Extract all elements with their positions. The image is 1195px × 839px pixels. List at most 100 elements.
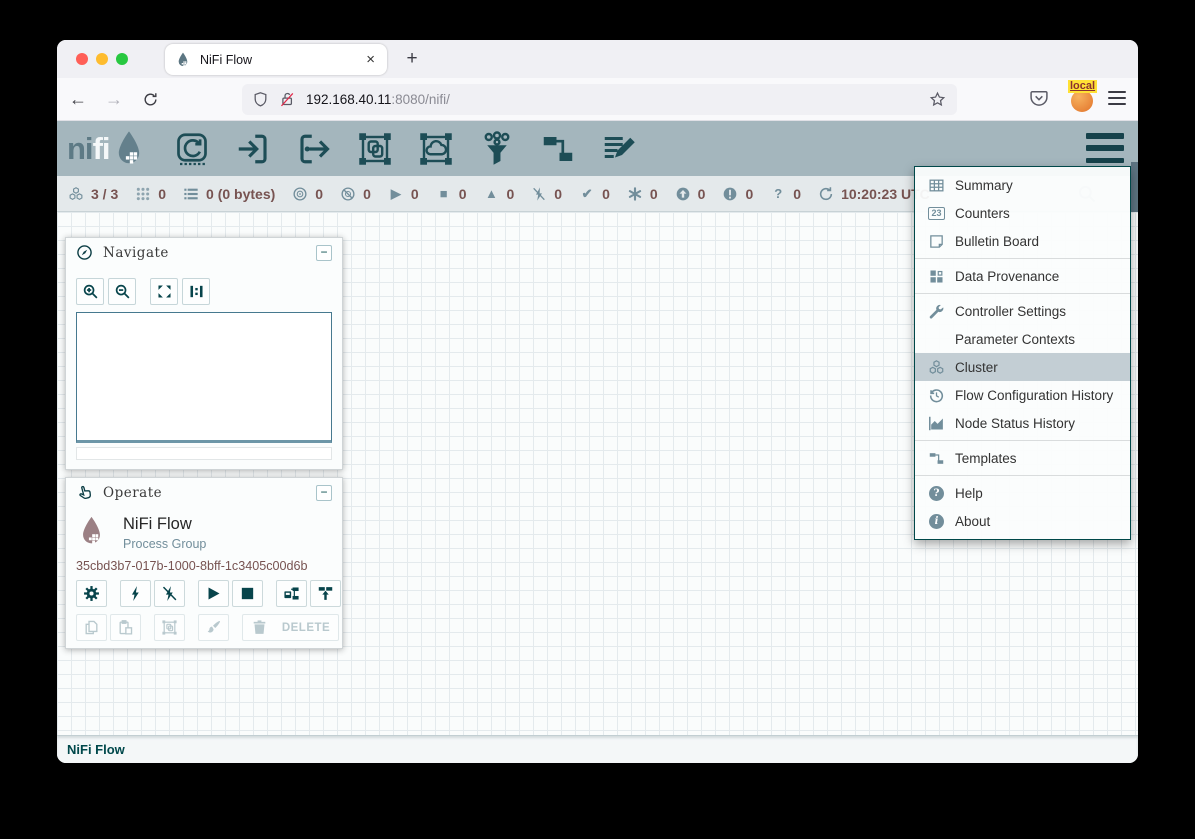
tracking-shield-icon[interactable] <box>252 91 270 109</box>
nifi-logo: nifi <box>67 130 146 168</box>
locally-modified-stale-stat: 0 <box>721 185 753 202</box>
menu-item-about[interactable]: iAbout <box>915 507 1130 535</box>
locally-modified-stale-icon <box>721 185 739 202</box>
profile-avatar[interactable]: local <box>1069 86 1097 114</box>
bookmark-star-icon[interactable] <box>929 91 947 109</box>
menu-item-cluster[interactable]: Cluster <box>915 353 1130 381</box>
browser-window: NiFi Flow × + ← → 192.168.40.11:8080/nif… <box>57 40 1138 763</box>
flow-id[interactable]: 35cbd3b7-017b-1000-8bff-1c3405c00d6b <box>76 559 342 573</box>
remote-process-group-component-icon[interactable] <box>416 129 456 169</box>
locally-modified-icon <box>626 185 644 202</box>
history-icon <box>927 386 946 404</box>
url-text[interactable]: 192.168.40.11:8080/nifi/ <box>306 92 929 107</box>
url-bar[interactable]: 192.168.40.11:8080/nifi/ <box>242 84 957 115</box>
minimize-window-button[interactable] <box>96 53 108 65</box>
stale-icon <box>674 185 692 202</box>
navigate-buttons <box>76 278 342 305</box>
maximize-window-button[interactable] <box>116 53 128 65</box>
screenshot-stage: NiFi Flow × + ← → 192.168.40.11:8080/nif… <box>0 0 1195 839</box>
menu-item-controller-settings[interactable]: Controller Settings <box>915 297 1130 325</box>
sync-failure-icon: ? <box>769 185 787 202</box>
menu-item-help[interactable]: ?Help <box>915 479 1130 507</box>
output-port-component-icon[interactable] <box>294 129 334 169</box>
help-icon: ? <box>927 484 946 502</box>
menu-item-node-status-history[interactable]: Node Status History <box>915 409 1130 437</box>
selected-component: NiFi Flow Process Group <box>78 514 342 551</box>
menu-item-templates[interactable]: Templates <box>915 444 1130 472</box>
new-tab-button[interactable]: + <box>399 46 425 72</box>
menu-divider <box>915 293 1130 294</box>
birdseye-view[interactable] <box>76 312 332 443</box>
transmitting-icon <box>291 185 309 202</box>
start-button[interactable] <box>198 580 229 607</box>
navigate-panel: Navigate − <box>65 237 343 470</box>
nifi-global-menu-button[interactable] <box>1086 133 1124 163</box>
stale-stat: 0 <box>674 185 706 202</box>
back-button[interactable]: ← <box>63 84 93 114</box>
stopped-stat: ■0 <box>435 185 467 202</box>
forward-button[interactable]: → <box>99 84 129 114</box>
zoom-in-button[interactable] <box>76 278 104 305</box>
zoom-fit-button[interactable] <box>150 278 178 305</box>
birdseye-slider[interactable] <box>76 447 332 460</box>
browser-menu-button[interactable] <box>1107 89 1127 107</box>
profile-badge: local <box>1068 80 1097 93</box>
label-component-icon[interactable] <box>599 129 639 169</box>
menu-divider <box>915 258 1130 259</box>
search-field-edge <box>1131 162 1138 212</box>
processor-component-icon[interactable] <box>172 129 212 169</box>
disabled-icon <box>530 185 548 202</box>
menu-item-bulletin-board[interactable]: Bulletin Board <box>915 227 1130 255</box>
close-window-button[interactable] <box>76 53 88 65</box>
browser-tab[interactable]: NiFi Flow × <box>165 44 387 75</box>
paste-button[interactable] <box>110 614 141 641</box>
create-template-button[interactable] <box>276 580 307 607</box>
collapse-operate-button[interactable]: − <box>316 485 332 501</box>
invalid-stat: ▲0 <box>482 185 514 202</box>
browser-tab-bar: NiFi Flow × + <box>57 40 1138 78</box>
breadcrumb[interactable]: NiFi Flow <box>67 742 125 757</box>
refresh-stat: 10:20:23 UTC <box>817 185 930 202</box>
group-button[interactable] <box>154 614 185 641</box>
cluster-cubes-icon <box>927 358 946 376</box>
nifi-drop-logo-icon <box>112 130 146 168</box>
disable-button[interactable] <box>154 580 185 607</box>
process-group-component-icon[interactable] <box>355 129 395 169</box>
collapse-navigate-button[interactable]: − <box>316 245 332 261</box>
up-to-date-stat: ✔0 <box>578 185 610 202</box>
breadcrumb-bar: NiFi Flow <box>57 735 1138 763</box>
area-chart-icon <box>927 414 946 432</box>
zoom-out-button[interactable] <box>108 278 136 305</box>
copy-button[interactable] <box>76 614 107 641</box>
menu-item-flow-configuration-history[interactable]: Flow Configuration History <box>915 381 1130 409</box>
refresh-icon[interactable] <box>817 185 835 202</box>
fill-color-button[interactable] <box>198 614 229 641</box>
menu-item-counters[interactable]: 23Counters <box>915 199 1130 227</box>
delete-button[interactable]: DELETE <box>242 614 339 641</box>
zoom-actual-size-button[interactable] <box>182 278 210 305</box>
enable-button[interactable] <box>120 580 151 607</box>
menu-item-summary[interactable]: Summary <box>915 171 1130 199</box>
stop-button[interactable] <box>232 580 263 607</box>
flow-type: Process Group <box>123 537 206 551</box>
logo-fi: fi <box>93 133 110 164</box>
funnel-component-icon[interactable] <box>477 129 517 169</box>
upload-template-button[interactable] <box>310 580 341 607</box>
not-transmitting-icon <box>339 185 357 202</box>
insecure-lock-icon[interactable] <box>279 91 297 109</box>
configure-button[interactable] <box>76 580 107 607</box>
no-icon <box>927 330 946 348</box>
menu-item-parameter-contexts[interactable]: Parameter Contexts <box>915 325 1130 353</box>
close-tab-icon[interactable]: × <box>364 51 377 68</box>
bulletin-board-icon <box>927 232 946 250</box>
process-group-drop-icon <box>78 514 105 549</box>
operate-panel-header: Operate − <box>66 478 342 508</box>
menu-item-data-provenance[interactable]: Data Provenance <box>915 262 1130 290</box>
input-port-component-icon[interactable] <box>233 129 273 169</box>
running-icon: ▶ <box>387 185 405 202</box>
template-component-icon[interactable] <box>538 129 578 169</box>
reload-button[interactable] <box>135 84 165 114</box>
threads-icon <box>134 185 152 202</box>
pocket-icon[interactable] <box>1029 88 1051 110</box>
operate-panel: Operate − NiFi Flow Process Group 35cbd3… <box>65 477 343 649</box>
